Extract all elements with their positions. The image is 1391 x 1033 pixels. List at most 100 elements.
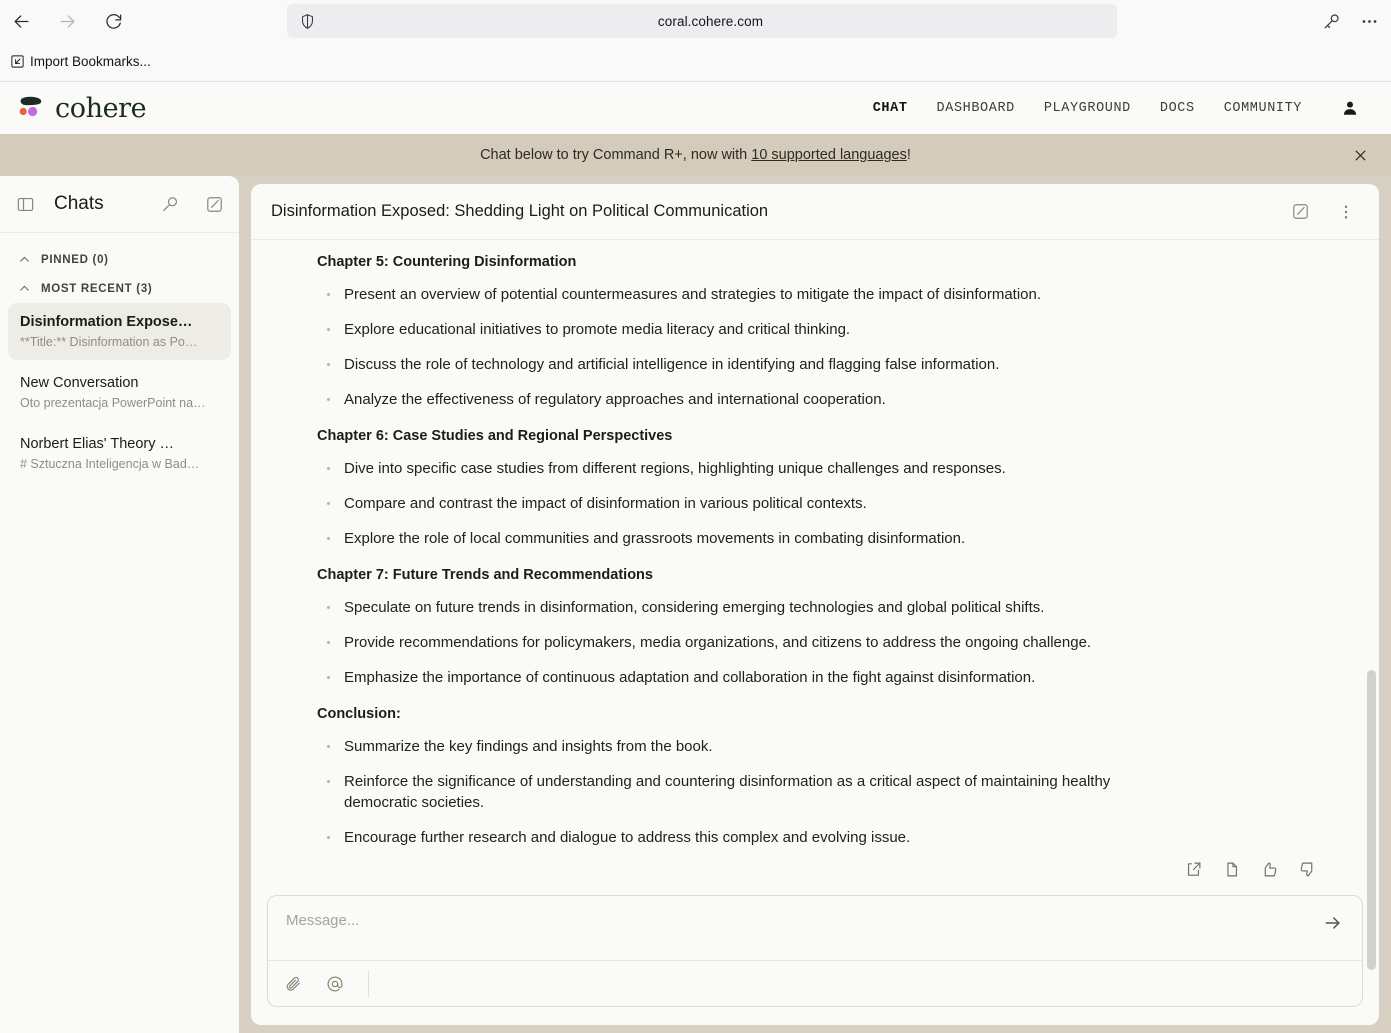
sidebar-toggle-button[interactable] — [14, 193, 36, 215]
saved-logins-key-icon[interactable] — [1317, 7, 1345, 35]
attach-file-icon[interactable] — [282, 973, 304, 995]
browser-toolbar-right — [1317, 0, 1383, 42]
chevron-up-icon — [18, 282, 31, 295]
list-item: Summarize the key findings and insights … — [317, 736, 1147, 757]
browser-menu-button[interactable] — [1355, 7, 1383, 35]
back-button[interactable] — [6, 6, 36, 36]
import-bookmarks-label: Import Bookmarks... — [30, 54, 151, 69]
page-title: Disinformation Exposed: Shedding Light o… — [271, 202, 769, 220]
section-bullets: Speculate on future trends in disinforma… — [317, 597, 1339, 688]
chat-list-item-new-conversation[interactable]: New Conversation Oto prezentacja PowerPo… — [8, 364, 231, 421]
section-bullets: Present an overview of potential counter… — [317, 284, 1339, 410]
cohere-wordmark: cohere — [55, 92, 147, 124]
conversation-header-actions — [1289, 201, 1357, 223]
composer-input-row — [268, 896, 1362, 960]
share-icon[interactable] — [1181, 857, 1205, 881]
chat-list-item-norbert-elias[interactable]: Norbert Elias' Theory … # Sztuczna Intel… — [8, 425, 231, 482]
ellipsis-horizontal-icon — [1362, 19, 1376, 23]
nav-dashboard[interactable]: DASHBOARD — [937, 101, 1015, 116]
browser-toolbar: coral.cohere.com — [0, 0, 1391, 42]
message-body: Chapter 5: Countering Disinformation Pre… — [251, 240, 1379, 895]
chevron-glyph — [20, 285, 29, 291]
group-pinned-label: PINNED (0) — [41, 253, 109, 266]
chat-item-title: Norbert Elias' Theory … — [20, 436, 174, 452]
cohere-app: cohere CHAT DASHBOARD PLAYGROUND DOCS CO… — [0, 82, 1391, 1033]
sidebar-body: PINNED (0) MOST RECENT (3) Disinformatio… — [0, 233, 239, 1033]
thumbs-down-glyph — [1300, 862, 1312, 876]
copy-icon[interactable] — [1219, 857, 1243, 881]
thumbs-down-icon[interactable] — [1295, 857, 1319, 881]
sidebar-header: Chats — [0, 176, 239, 233]
forward-button[interactable] — [52, 6, 82, 36]
user-avatar-button[interactable] — [1337, 95, 1363, 121]
import-bookmarks-button[interactable]: Import Bookmarks... — [4, 50, 157, 73]
list-item: Encourage further research and dialogue … — [317, 827, 1147, 848]
composer-divider — [368, 970, 369, 997]
chat-item-preview: Oto prezentacja PowerPoint na… — [20, 396, 206, 410]
message-input[interactable] — [282, 912, 1318, 929]
main-area: Chats PINNED (0) MOST RECENT (3) Disinfo… — [0, 176, 1391, 1033]
mention-icon[interactable] — [324, 973, 346, 995]
sidebar-title: Chats — [54, 193, 104, 214]
bookmarks-bar: Import Bookmarks... — [0, 42, 1391, 82]
list-item: Speculate on future trends in disinforma… — [317, 597, 1147, 618]
copy-glyph — [1226, 862, 1237, 876]
list-item: Present an overview of potential counter… — [317, 284, 1147, 305]
thumbs-up-icon[interactable] — [1257, 857, 1281, 881]
chat-item-title: New Conversation — [20, 375, 139, 391]
address-bar[interactable]: coral.cohere.com — [287, 4, 1117, 38]
conversation-scrollbar[interactable] — [1367, 240, 1376, 1025]
logo-shapes — [19, 96, 42, 117]
list-item: Explore the role of local communities an… — [317, 528, 1147, 549]
composer-toolbar — [268, 960, 1362, 1006]
shield-icon[interactable] — [299, 13, 316, 30]
chat-list-item-disinformation[interactable]: Disinformation Expose… **Title:** Disinf… — [8, 303, 231, 360]
nav-community[interactable]: COMMUNITY — [1224, 101, 1302, 116]
message-action-bar — [1181, 857, 1319, 881]
arrow-left-icon — [14, 14, 28, 28]
url-text: coral.cohere.com — [657, 13, 764, 29]
section-heading: Chapter 7: Future Trends and Recommendat… — [317, 567, 653, 583]
send-button[interactable] — [1318, 908, 1348, 938]
chat-item-title: Disinformation Expose… — [20, 314, 193, 330]
shield-glyph — [302, 13, 313, 29]
sidebar-header-actions — [159, 193, 225, 215]
scrollbar-thumb[interactable] — [1367, 670, 1376, 970]
chats-sidebar: Chats PINNED (0) MOST RECENT (3) Disinfo… — [0, 176, 239, 1033]
list-item: Explore educational initiatives to promo… — [317, 319, 1147, 340]
group-pinned[interactable]: PINNED (0) — [8, 245, 231, 274]
list-item: Provide recommendations for policymakers… — [317, 632, 1147, 653]
banner-text: Chat below to try Command R+, now with 1… — [480, 147, 911, 163]
banner-close-button[interactable] — [1347, 142, 1373, 168]
search-icon[interactable] — [159, 193, 181, 215]
edit-title-icon[interactable] — [1289, 201, 1311, 223]
panel-icon — [17, 197, 33, 211]
chat-item-preview: # Sztuczna Inteligencja w Bad… — [20, 457, 200, 471]
banner-suffix: ! — [906, 147, 911, 163]
banner-link[interactable]: 10 supported languages — [751, 147, 907, 163]
new-chat-icon[interactable] — [203, 193, 225, 215]
import-icon — [11, 55, 24, 68]
nav-playground[interactable]: PLAYGROUND — [1044, 101, 1131, 116]
reload-button[interactable] — [98, 6, 128, 36]
paperclip-glyph — [286, 976, 300, 991]
cohere-logo[interactable]: cohere — [18, 92, 147, 124]
group-most-recent[interactable]: MOST RECENT (3) — [8, 274, 231, 303]
conversation-menu-icon[interactable] — [1335, 201, 1357, 223]
arrow-right-icon — [60, 14, 74, 28]
ellipsis-vertical-icon — [1344, 204, 1348, 219]
nav-chat[interactable]: CHAT — [873, 101, 908, 116]
section-heading: Conclusion: — [317, 706, 401, 722]
section-heading: Chapter 5: Countering Disinformation — [317, 254, 577, 270]
arrow-right-icon — [1325, 917, 1340, 929]
group-most-recent-label: MOST RECENT (3) — [41, 282, 153, 295]
share-glyph — [1187, 862, 1200, 876]
section-bullets: Dive into specific case studies from dif… — [317, 458, 1339, 549]
magnifier-glyph — [162, 196, 177, 211]
list-item: Reinforce the significance of understand… — [317, 771, 1147, 813]
at-glyph — [327, 976, 343, 991]
composer-wrapper — [251, 895, 1379, 1025]
browser-nav-buttons — [0, 6, 128, 36]
nav-docs[interactable]: DOCS — [1160, 101, 1195, 116]
conversation-header: Disinformation Exposed: Shedding Light o… — [251, 184, 1379, 240]
